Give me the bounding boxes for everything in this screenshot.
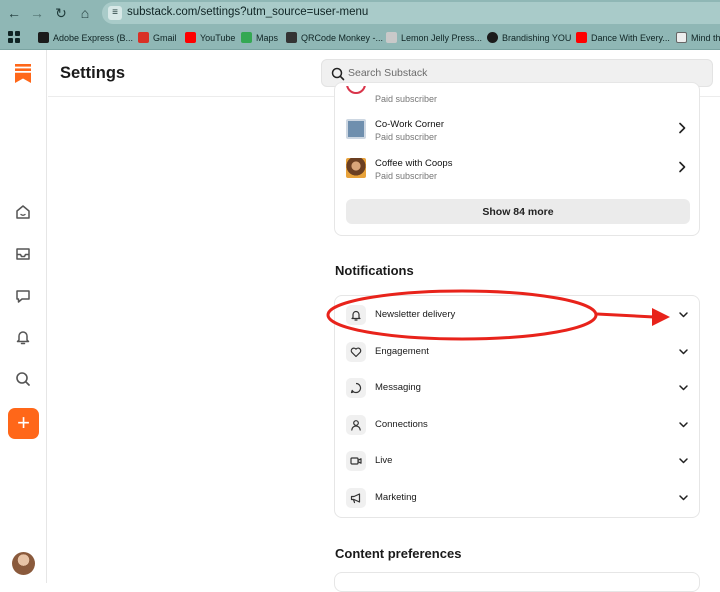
chevron-down-icon[interactable]	[678, 383, 689, 392]
url-text: substack.com/settings?utm_source=user-me…	[127, 6, 369, 18]
heart-icon-box	[346, 342, 366, 362]
bookmark-youtube[interactable]: YouTube	[185, 31, 235, 45]
chevron-down-icon[interactable]	[678, 347, 689, 356]
notification-label: Marketing	[375, 492, 417, 503]
content-preferences-card	[334, 572, 700, 592]
subscription-name: Co-Work Corner	[375, 119, 444, 130]
user-avatar[interactable]	[12, 552, 35, 575]
gmail-icon	[138, 32, 149, 43]
notification-row-messaging[interactable]: Messaging	[335, 378, 701, 406]
bookmark-qrcode-monkey[interactable]: QRCode Monkey -...	[286, 31, 383, 45]
substack-logo-icon[interactable]	[15, 64, 31, 83]
bookmark-lemon-jelly[interactable]: Lemon Jelly Press...	[386, 31, 482, 45]
bell-icon[interactable]	[14, 328, 32, 346]
heart-icon	[350, 347, 362, 358]
chevron-down-icon[interactable]	[678, 310, 689, 319]
page-title: Settings	[60, 64, 126, 82]
adobe-express-icon	[38, 32, 49, 43]
chevron-down-icon[interactable]	[678, 456, 689, 465]
left-navigation-rail	[0, 50, 47, 583]
notification-row-engagement[interactable]: Engagement	[335, 342, 701, 370]
notification-row-live[interactable]: Live	[335, 451, 701, 479]
notification-label: Messaging	[375, 382, 421, 393]
chat-bubble-icon	[350, 382, 362, 394]
lemon-jelly-icon	[386, 32, 397, 43]
create-post-button[interactable]: +	[8, 408, 39, 439]
list-item[interactable]: Paid subscriber	[335, 91, 701, 105]
chevron-down-icon[interactable]	[678, 493, 689, 502]
bookmark-dance-with-every[interactable]: Dance With Every...	[576, 31, 670, 45]
browser-toolbar: ← → ↻ ⌂ ≡ substack.com/settings?utm_sour…	[0, 0, 720, 26]
subscriptions-card: Paid subscriber Co-Work Corner Paid subs…	[334, 82, 700, 236]
subscription-status: Paid subscriber	[375, 94, 438, 104]
maps-icon	[241, 32, 252, 43]
notification-label: Connections	[375, 419, 428, 430]
search-icon[interactable]	[14, 370, 32, 388]
video-camera-icon	[350, 457, 362, 465]
search-input[interactable]	[348, 64, 688, 82]
notification-label: Live	[375, 455, 393, 466]
chevron-right-icon[interactable]	[677, 161, 687, 173]
person-icon-box	[346, 415, 366, 435]
bookmark-brandishing-you[interactable]: Brandishing YOU	[487, 31, 571, 45]
video-camera-icon-box	[346, 451, 366, 471]
subscription-status: Paid subscriber	[375, 171, 438, 181]
notification-label: Engagement	[375, 346, 429, 357]
qrcode-monkey-icon	[286, 32, 297, 43]
apps-grid-icon[interactable]	[8, 31, 20, 45]
bookmark-adobe-express[interactable]: Adobe Express (B...	[38, 31, 133, 45]
bell-icon-box	[346, 305, 366, 325]
home-icon[interactable]	[14, 203, 32, 221]
notifications-heading: Notifications	[335, 263, 414, 278]
megaphone-icon	[350, 493, 361, 504]
list-item[interactable]: Coffee with Coops Paid subscriber	[335, 158, 701, 194]
megaphone-icon-box	[346, 488, 366, 508]
plus-icon: +	[17, 410, 30, 435]
site-settings-icon[interactable]: ≡	[108, 6, 122, 20]
chat-bubble-icon[interactable]	[14, 287, 32, 305]
partial-avatar	[346, 86, 366, 94]
notification-label: Newsletter delivery	[375, 309, 456, 320]
subscription-name: Coffee with Coops	[375, 158, 453, 169]
reload-icon[interactable]: ↻	[52, 4, 70, 22]
address-bar[interactable]: ≡ substack.com/settings?utm_source=user-…	[102, 2, 720, 24]
chevron-down-icon[interactable]	[678, 420, 689, 429]
show-more-button[interactable]: Show 84 more	[346, 199, 690, 224]
bookmarks-bar: Adobe Express (B... Gmail YouTube Maps Q…	[0, 26, 720, 50]
chevron-right-icon[interactable]	[677, 122, 687, 134]
home-icon[interactable]: ⌂	[76, 4, 94, 22]
search-icon	[331, 67, 345, 81]
back-arrow-icon[interactable]: ←	[5, 4, 23, 22]
co-work-corner-thumbnail	[346, 119, 366, 139]
bookmark-maps[interactable]: Maps	[241, 31, 278, 45]
content-preferences-heading: Content preferences	[335, 546, 462, 561]
brandishing-you-icon	[487, 32, 498, 43]
bookmark-gmail[interactable]: Gmail	[138, 31, 177, 45]
notification-row-marketing[interactable]: Marketing	[335, 488, 701, 516]
chat-bubble-icon-box	[346, 378, 366, 398]
inbox-icon[interactable]	[14, 245, 32, 263]
mind-the-icon	[676, 32, 687, 43]
forward-arrow-icon[interactable]: →	[28, 4, 46, 22]
notification-row-newsletter-delivery[interactable]: Newsletter delivery	[335, 305, 701, 333]
bookmark-mind-the[interactable]: Mind the	[676, 31, 720, 45]
list-item[interactable]: Co-Work Corner Paid subscriber	[335, 119, 701, 155]
person-icon	[351, 420, 361, 431]
notifications-card: Newsletter delivery Engagement Messaging…	[334, 295, 700, 518]
notification-row-connections[interactable]: Connections	[335, 415, 701, 443]
bell-icon	[351, 310, 361, 321]
youtube-icon	[185, 32, 196, 43]
dance-youtube-icon	[576, 32, 587, 43]
subscription-status: Paid subscriber	[375, 132, 438, 142]
coffee-with-coops-thumbnail	[346, 158, 366, 178]
